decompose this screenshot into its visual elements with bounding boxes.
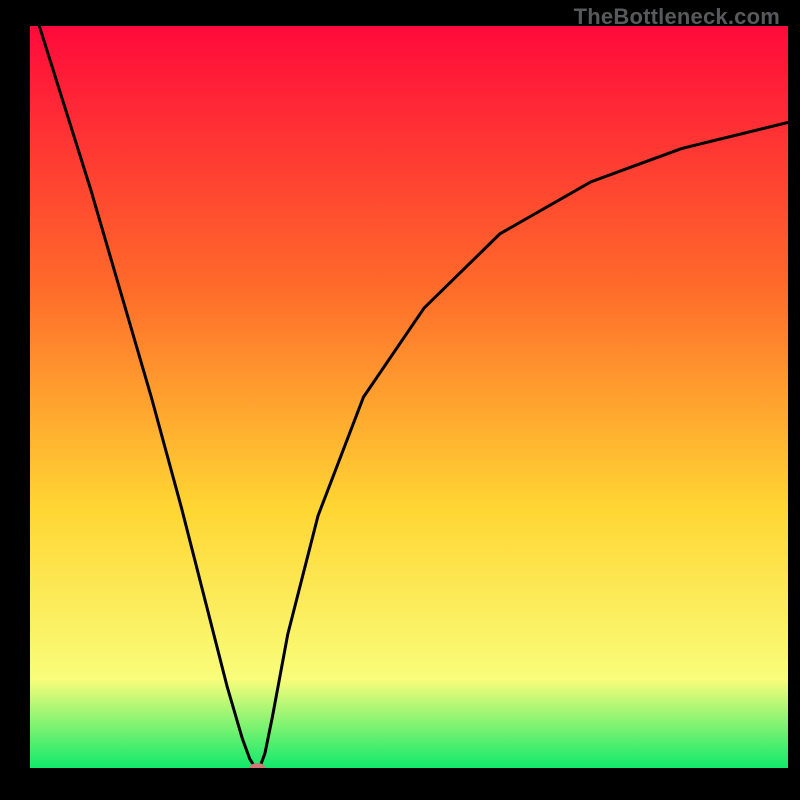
bottleneck-chart: [0, 0, 800, 800]
chart-stage: { "watermark": { "text": "TheBottleneck.…: [0, 0, 800, 800]
plot-background-gradient: [30, 26, 788, 768]
watermark-text: TheBottleneck.com: [574, 4, 780, 30]
